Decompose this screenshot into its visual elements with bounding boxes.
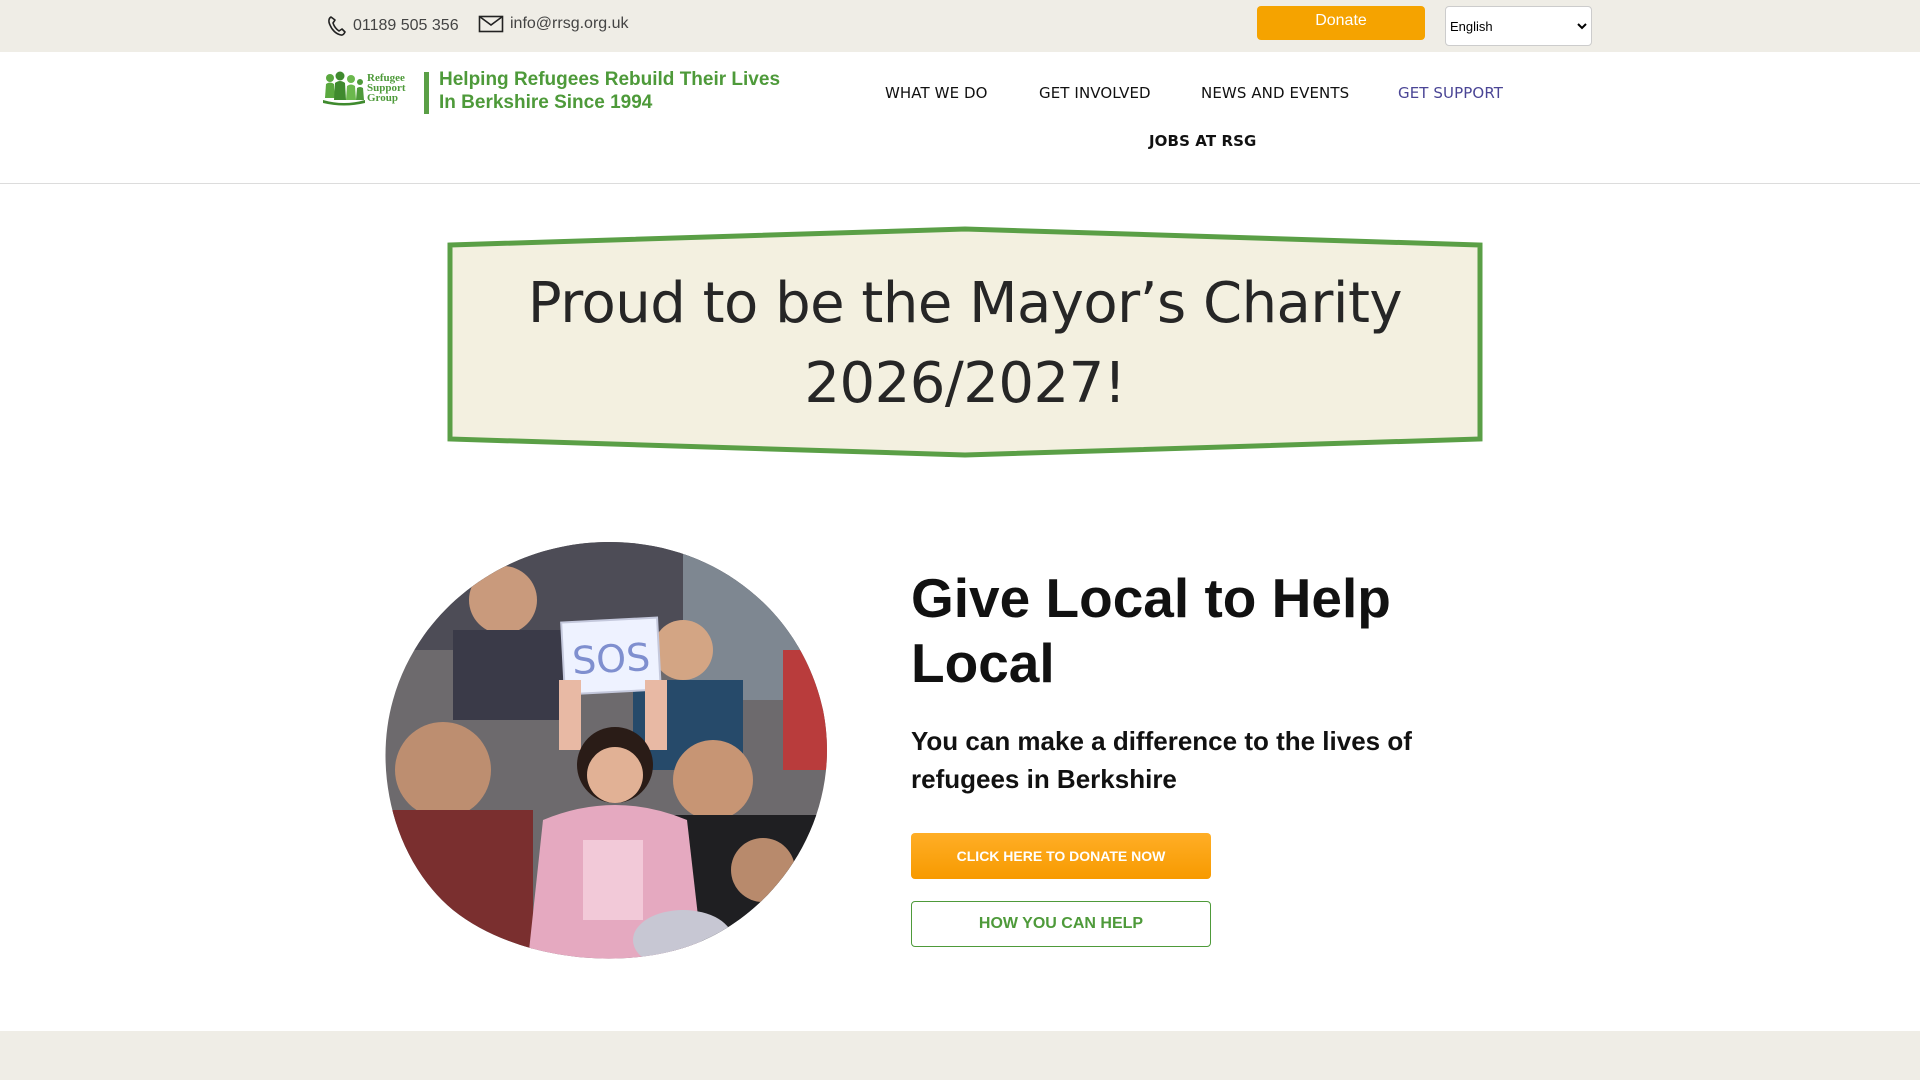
logo[interactable]: Refugee Support Group	[323, 68, 415, 108]
mayor-charity-banner: Proud to be the Mayor’s Charity 2026/202…	[447, 226, 1483, 458]
tagline-line-2: In Berkshire Since 1994	[439, 92, 653, 113]
envelope-icon	[478, 15, 504, 33]
email-address[interactable]: info@rrsg.org.uk	[510, 15, 629, 33]
logo-word-3: Group	[367, 92, 398, 104]
site-header: Refugee Support Group Helping Refugees R…	[0, 52, 1920, 184]
nav-jobs-at-rsg[interactable]: JOBS AT RSG	[1149, 132, 1256, 150]
banner-line-1: Proud to be the Mayor’s Charity	[527, 271, 1403, 336]
logo-divider	[424, 72, 429, 114]
how-you-can-help-button[interactable]: HOW YOU CAN HELP	[911, 901, 1211, 947]
nav-news-and-events[interactable]: NEWS AND EVENTS	[1201, 84, 1349, 102]
phone-contact[interactable]: 01189 505 356	[327, 15, 459, 37]
logo-wordmark: Refugee Support Group	[367, 73, 406, 104]
chevron-down-icon	[1577, 23, 1587, 30]
banner-heading: Proud to be the Mayor’s Charity 2026/202…	[447, 264, 1483, 424]
sos-sign-text: SOS	[571, 635, 651, 683]
language-select[interactable]: English	[1445, 6, 1592, 46]
donate-now-button[interactable]: CLICK HERE TO DONATE NOW	[911, 833, 1211, 879]
hero-subtitle: You can make a difference to the lives o…	[911, 726, 1412, 794]
banner-line-2: 2026/2027!	[804, 351, 1126, 416]
nav-get-support[interactable]: GET SUPPORT	[1398, 84, 1503, 102]
tagline-line-1: Helping Refugees Rebuild Their Lives	[439, 69, 781, 90]
site-tagline: Helping Refugees Rebuild Their Lives In …	[439, 68, 799, 114]
next-section-band	[0, 1031, 1920, 1080]
nav-get-involved[interactable]: GET INVOLVED	[1039, 84, 1151, 102]
nav-what-we-do[interactable]: WHAT WE DO	[885, 84, 988, 102]
hero-photo: SOS	[383, 540, 828, 960]
phone-number[interactable]: 01189 505 356	[353, 17, 459, 35]
language-value: English	[1450, 18, 1493, 34]
phone-icon	[328, 16, 346, 36]
email-contact[interactable]: info@rrsg.org.uk	[478, 15, 629, 33]
logo-people-icon	[323, 71, 365, 106]
donate-button[interactable]: Donate	[1257, 6, 1425, 40]
top-bar: 01189 505 356 info@rrsg.org.uk Donate En…	[0, 0, 1920, 52]
hero-title: Give Local to Help Local	[911, 567, 1391, 694]
